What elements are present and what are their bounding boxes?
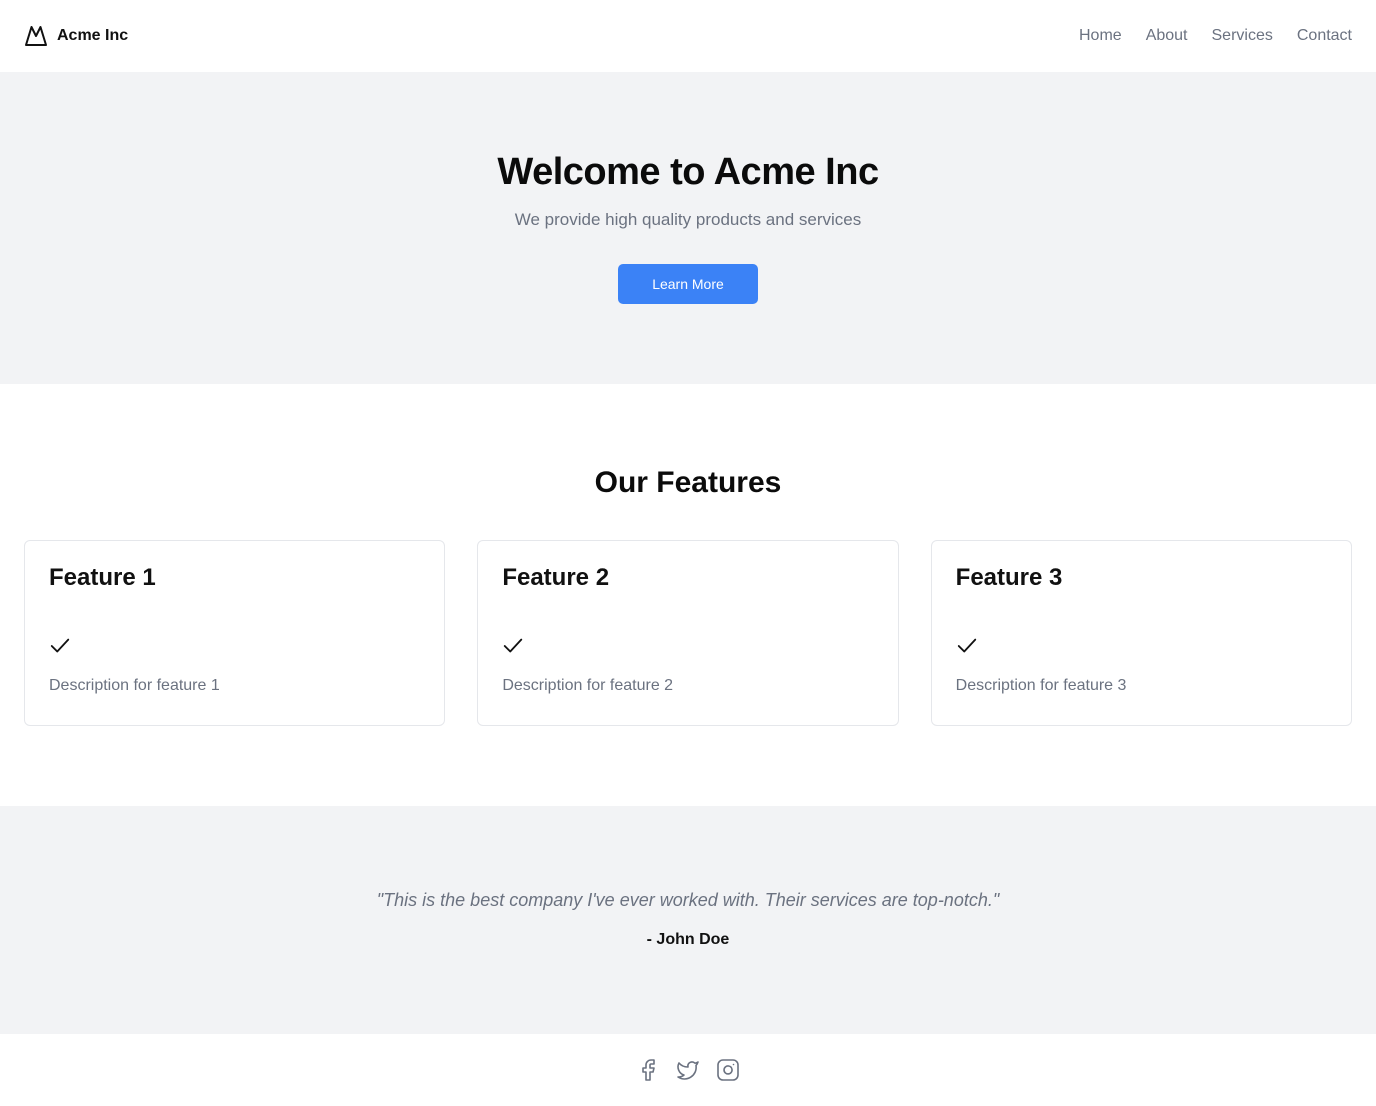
main-nav: Home About Services Contact — [1079, 27, 1352, 45]
twitter-icon[interactable] — [676, 1058, 700, 1082]
nav-link-about[interactable]: About — [1146, 27, 1188, 45]
testimonial-quote: "This is the best company I've ever work… — [376, 890, 1000, 910]
nav-link-services[interactable]: Services — [1212, 27, 1273, 45]
check-icon — [957, 638, 976, 653]
feature-card: Feature 2 Description for feature 2 — [477, 540, 899, 726]
features-section: Our Features Feature 1 Description for f… — [0, 384, 1376, 806]
nav-link-home[interactable]: Home — [1079, 27, 1122, 45]
feature-card-title: Feature 3 — [955, 564, 1063, 591]
brand-link[interactable]: Acme Inc — [24, 24, 128, 48]
site-header: Acme Inc Home About Services Contact — [0, 0, 1376, 72]
hero-title: Welcome to Acme Inc — [497, 151, 879, 193]
hero-section: Welcome to Acme Inc We provide high qual… — [0, 72, 1376, 384]
testimonial-section: "This is the best company I've ever work… — [0, 806, 1376, 1034]
brand-name: Acme Inc — [57, 27, 129, 44]
check-icon — [50, 638, 70, 653]
feature-card-description: Description for feature 3 — [955, 677, 1127, 694]
hero-subtitle: We provide high quality products and ser… — [514, 210, 862, 229]
feature-card: Feature 1 Description for feature 1 — [24, 540, 446, 726]
features-title: Our Features — [594, 466, 782, 499]
facebook-icon[interactable] — [636, 1058, 660, 1082]
testimonial-author: - John Doe — [646, 931, 730, 948]
feature-card: Feature 3 Description for feature 3 — [930, 540, 1352, 726]
nav-link-contact[interactable]: Contact — [1297, 27, 1352, 45]
check-icon — [504, 638, 523, 653]
learn-more-button[interactable]: Learn More — [618, 264, 758, 304]
mountain-logo-icon — [25, 26, 47, 46]
feature-card-title: Feature 2 — [502, 564, 610, 591]
feature-card-title: Feature 1 — [49, 564, 156, 591]
instagram-icon[interactable] — [716, 1058, 740, 1082]
feature-card-description: Description for feature 2 — [502, 677, 674, 694]
site-footer — [0, 1034, 1376, 1106]
feature-card-description: Description for feature 1 — [49, 677, 220, 694]
feature-cards: Feature 1 Description for feature 1 Feat… — [24, 540, 1352, 726]
